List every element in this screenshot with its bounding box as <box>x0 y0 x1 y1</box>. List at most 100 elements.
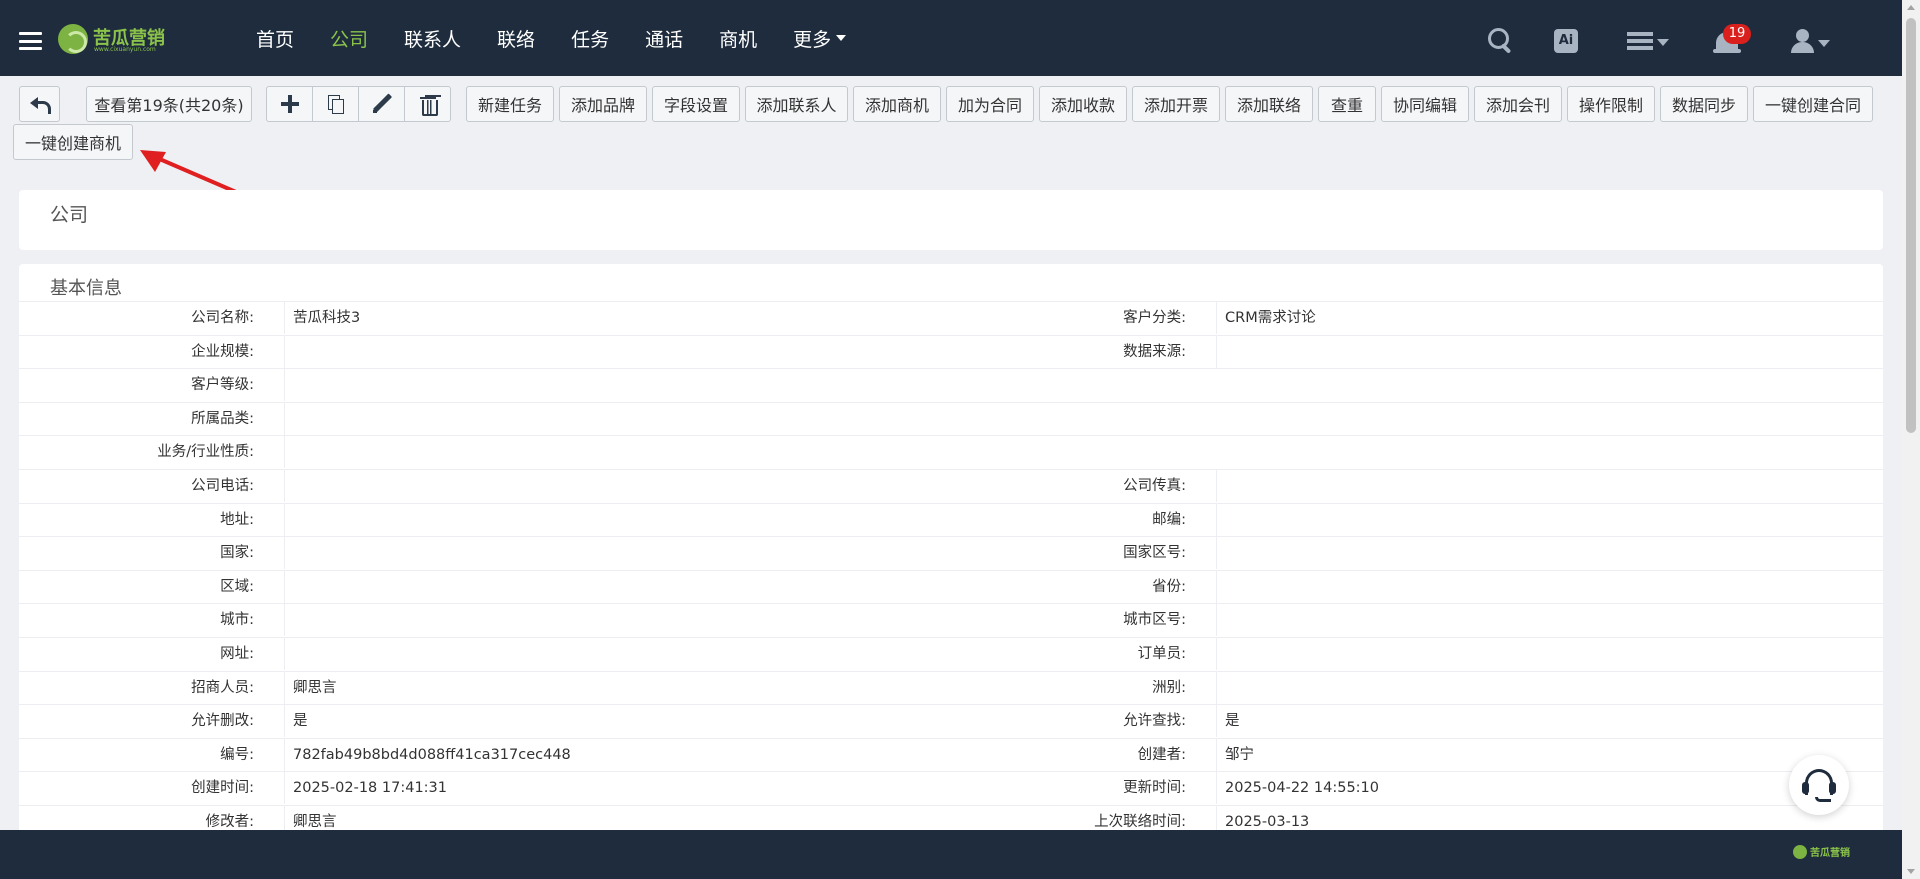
field-label: 更新时间: <box>1123 780 1186 797</box>
section-title: 基本信息 <box>50 278 122 299</box>
field-label: 国家: <box>220 545 254 562</box>
info-row: 创建时间: 2025-02-18 17:41:31 更新时间: 2025-04-22 … <box>19 771 1883 805</box>
field-label: 创建时间: <box>191 780 254 797</box>
field-label: 企业规模: <box>191 343 254 360</box>
list-menu-icon[interactable] <box>1627 32 1669 50</box>
field-value <box>1216 671 1225 704</box>
headset-mic <box>1815 797 1831 802</box>
page-title: 公司 <box>50 204 89 226</box>
add-opportunity-button[interactable]: 添加商机 <box>853 86 941 122</box>
field-value <box>284 335 293 368</box>
ai-assistant-icon[interactable]: Ai <box>1554 29 1578 53</box>
nav-item-opportunities[interactable]: 商机 <box>719 25 757 52</box>
info-row: 客户等级: <box>19 368 1883 402</box>
field-value: 是 <box>1216 705 1240 738</box>
field-value <box>284 570 293 603</box>
field-value: 卿思言 <box>284 805 337 830</box>
info-row: 业务/行业性质: <box>19 435 1883 469</box>
quick-create-opportunity-button[interactable]: 一键创建商机 <box>13 124 133 160</box>
add-invoice-button[interactable]: 添加开票 <box>1132 86 1220 122</box>
nav-item-more[interactable]: 更多 <box>793 25 847 52</box>
copy-icon <box>327 95 344 114</box>
field-value <box>1216 335 1225 368</box>
field-settings-button[interactable]: 字段设置 <box>652 86 740 122</box>
nav-item-company[interactable]: 公司 <box>330 25 368 52</box>
delete-button[interactable] <box>404 86 451 122</box>
permission-limit-button[interactable]: 操作限制 <box>1567 86 1655 122</box>
add-button[interactable] <box>266 86 313 122</box>
add-to-contract-button[interactable]: 加为合同 <box>946 86 1034 122</box>
field-label: 允许查找: <box>1123 713 1186 730</box>
field-label: 上次联络时间: <box>1094 813 1186 830</box>
record-position-button[interactable]: 查看第19条(共20条) <box>86 86 252 122</box>
new-task-button[interactable]: 新建任务 <box>466 86 554 122</box>
field-value <box>284 469 293 502</box>
field-value: 2025-03-13 <box>1216 805 1309 830</box>
action-toolbar: 查看第19条(共20条) 新建任务 添加品牌 字段设置 添加联系人 添加商机 加… <box>0 76 1902 171</box>
field-label: 编号: <box>220 746 254 763</box>
footer-bar: 苦瓜营销 <box>0 830 1902 879</box>
field-value <box>1216 637 1225 670</box>
hamburger-menu-icon[interactable] <box>19 32 42 50</box>
field-value: 卿思言 <box>284 671 337 704</box>
nav-item-contacts[interactable]: 联系人 <box>404 25 461 52</box>
field-label: 客户等级: <box>191 377 254 394</box>
footer-logo-mark-icon <box>1793 844 1807 859</box>
field-label: 创建者: <box>1137 746 1186 763</box>
caret-down-icon <box>836 35 847 41</box>
nav-item-contact-log[interactable]: 联络 <box>497 25 535 52</box>
add-contact-log-button[interactable]: 添加联络 <box>1225 86 1313 122</box>
scroll-up-icon[interactable] <box>1907 5 1915 10</box>
collab-edit-button[interactable]: 协同编辑 <box>1381 86 1469 122</box>
field-value <box>1216 503 1225 536</box>
data-sync-button[interactable]: 数据同步 <box>1660 86 1748 122</box>
info-row: 企业规模: 数据来源: <box>19 334 1883 369</box>
add-journal-button[interactable]: 添加会刊 <box>1474 86 1562 122</box>
add-payment-button[interactable]: 添加收款 <box>1039 86 1127 122</box>
field-label: 城市区号: <box>1123 612 1186 629</box>
field-label: 数据来源: <box>1123 343 1186 360</box>
field-value <box>284 537 293 570</box>
field-label: 允许删改: <box>191 713 254 730</box>
search-icon[interactable] <box>1486 26 1514 54</box>
info-row: 所属品类: <box>19 401 1883 436</box>
nav-item-tasks[interactable]: 任务 <box>571 25 609 52</box>
nav-item-home[interactable]: 首页 <box>256 25 294 52</box>
field-value <box>284 604 293 637</box>
field-label: 招商人员: <box>191 679 254 696</box>
info-row: 地址: 邮编: <box>19 502 1883 537</box>
page-scrollbar[interactable] <box>1902 0 1920 879</box>
info-row: 公司电话: 公司传真: <box>19 468 1883 503</box>
brand-url: www.cixuanyun.com <box>94 46 156 53</box>
field-label: 省份: <box>1152 578 1186 595</box>
edit-button[interactable] <box>358 86 405 122</box>
field-value: 是 <box>284 705 308 738</box>
info-row: 编号: 782fab49b8bd4d088ff41ca317cec448 创建者: 邹… <box>19 737 1883 772</box>
field-value: 邹宁 <box>1216 738 1254 771</box>
field-value <box>1216 604 1225 637</box>
pencil-icon <box>372 94 392 114</box>
scroll-down-icon[interactable] <box>1907 869 1915 874</box>
user-avatar-icon[interactable] <box>1790 29 1832 55</box>
headset-right-ear <box>1829 782 1836 794</box>
field-value: 782fab49b8bd4d088ff41ca317cec448 <box>284 738 571 771</box>
info-row: 区域: 省份: <box>19 569 1883 604</box>
copy-button[interactable] <box>312 86 359 122</box>
field-label: 国家区号: <box>1123 545 1186 562</box>
field-label: 公司传真: <box>1123 477 1186 494</box>
info-row: 网址: 订单员: <box>19 636 1883 671</box>
dedupe-button[interactable]: 查重 <box>1318 86 1376 122</box>
field-value: CRM需求讨论 <box>1216 302 1316 334</box>
quick-create-contract-button[interactable]: 一键创建合同 <box>1753 86 1873 122</box>
scrollbar-thumb[interactable] <box>1906 18 1916 433</box>
notification-count-badge: 19 <box>1723 24 1751 44</box>
customer-support-button[interactable] <box>1789 755 1849 815</box>
field-value: 2025-04-22 14:55:10 <box>1216 772 1379 805</box>
field-label: 网址: <box>220 645 254 662</box>
info-grid: 公司名称: 苦瓜科技3 客户分类: CRM需求讨论 企业规模: 数据来源: 客户等级: 所属品… <box>19 301 1883 830</box>
back-button[interactable] <box>19 86 60 122</box>
brand-logo[interactable]: 苦瓜营销 www.cixuanyun.com <box>58 24 165 54</box>
nav-item-calls[interactable]: 通话 <box>645 25 683 52</box>
add-brand-button[interactable]: 添加品牌 <box>559 86 647 122</box>
add-contact-button[interactable]: 添加联系人 <box>745 86 848 122</box>
